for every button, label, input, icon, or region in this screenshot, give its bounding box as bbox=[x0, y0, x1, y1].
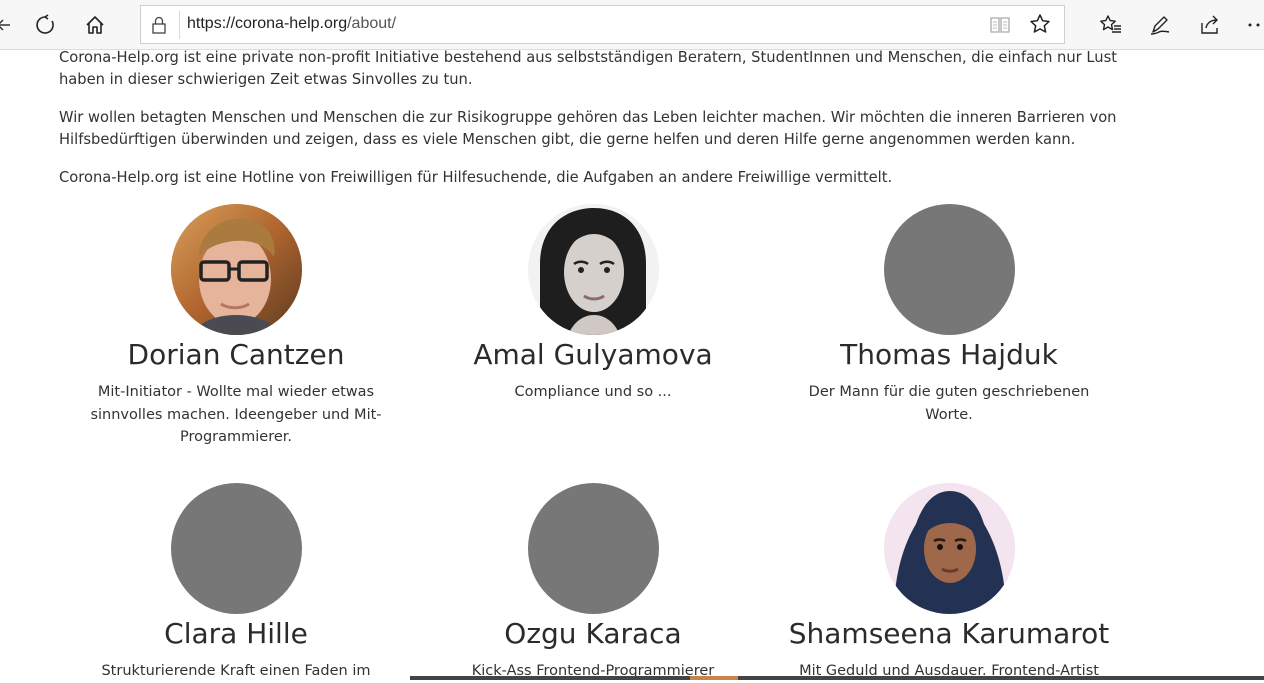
home-button[interactable] bbox=[77, 7, 113, 43]
intro-paragraph-1: Corona-Help.org ist eine private non-pro… bbox=[59, 49, 1118, 88]
browser-toolbar: https://corona-help.org/about/ bbox=[0, 0, 1264, 50]
team-member-card: Thomas Hajduk Der Mann für die guten ges… bbox=[784, 204, 1114, 426]
url-text[interactable]: https://corona-help.org/about/ bbox=[187, 15, 396, 33]
member-role: Compliance und so ... bbox=[514, 384, 672, 400]
url-path: /about/ bbox=[347, 15, 397, 32]
member-role: Der Mann für die guten geschriebenen Wor… bbox=[808, 384, 1090, 423]
member-name: Ozgu Karaca bbox=[504, 617, 682, 650]
member-name: Clara Hille bbox=[164, 617, 308, 650]
avatar-photo bbox=[527, 204, 659, 335]
more-button[interactable] bbox=[1240, 7, 1264, 43]
address-bar[interactable]: https://corona-help.org/about/ bbox=[140, 5, 1065, 44]
avatar-placeholder bbox=[527, 483, 659, 614]
member-role: Strukturierende Kraft einen Faden im bbox=[101, 663, 371, 679]
home-icon bbox=[84, 14, 106, 36]
member-name: Amal Gulyamova bbox=[473, 338, 713, 371]
member-role: Mit-Initiator - Wollte mal wieder etwas … bbox=[90, 384, 382, 445]
avatar-placeholder bbox=[170, 483, 302, 614]
team-member-card: Dorian Cantzen Mit-Initiator - Wollte ma… bbox=[71, 204, 401, 449]
favorites-list-button[interactable] bbox=[1093, 7, 1129, 43]
url-host: https://corona-help.org bbox=[187, 15, 348, 32]
avatar bbox=[527, 204, 659, 335]
team-member-card: Shamseena Karumarot Mit Geduld und Ausda… bbox=[784, 483, 1114, 683]
back-button[interactable] bbox=[0, 7, 22, 43]
star-icon[interactable] bbox=[1029, 13, 1051, 39]
team-member-card: Amal Gulyamova Compliance und so ... bbox=[428, 204, 758, 404]
avatar-placeholder bbox=[883, 204, 1015, 335]
scrollbar-thumb[interactable] bbox=[690, 676, 738, 680]
share-button[interactable] bbox=[1192, 7, 1228, 43]
team-member-card: Clara Hille Strukturierende Kraft einen … bbox=[71, 483, 401, 683]
page-content: Corona-Help.org ist eine private non-pro… bbox=[0, 49, 1264, 683]
pen-icon bbox=[1149, 14, 1171, 36]
favorites-list-icon bbox=[1099, 14, 1123, 36]
team-member-card: Ozgu Karaca Kick-Ass Frontend-Programmie… bbox=[428, 483, 758, 683]
avatar bbox=[883, 483, 1015, 614]
arrow-left-icon bbox=[0, 15, 14, 35]
lock-icon bbox=[151, 16, 167, 38]
avatar bbox=[170, 204, 302, 335]
member-name: Thomas Hajduk bbox=[840, 338, 1058, 371]
refresh-button[interactable] bbox=[27, 7, 63, 43]
intro-paragraph-2: Wir wollen betagten Menschen und Mensche… bbox=[59, 109, 1117, 148]
share-icon bbox=[1199, 14, 1221, 36]
more-icon bbox=[1247, 22, 1264, 28]
horizontal-scrollbar[interactable] bbox=[410, 676, 1264, 680]
reading-view-icon[interactable] bbox=[989, 15, 1011, 39]
address-separator bbox=[179, 11, 180, 39]
avatar-photo bbox=[883, 483, 1015, 614]
member-name: Shamseena Karumarot bbox=[788, 617, 1110, 650]
intro-paragraph-3: Corona-Help.org ist eine Hotline von Fre… bbox=[59, 169, 893, 186]
refresh-icon bbox=[34, 14, 56, 36]
member-name: Dorian Cantzen bbox=[127, 338, 345, 371]
pen-button[interactable] bbox=[1142, 7, 1178, 43]
avatar-photo bbox=[170, 204, 302, 335]
